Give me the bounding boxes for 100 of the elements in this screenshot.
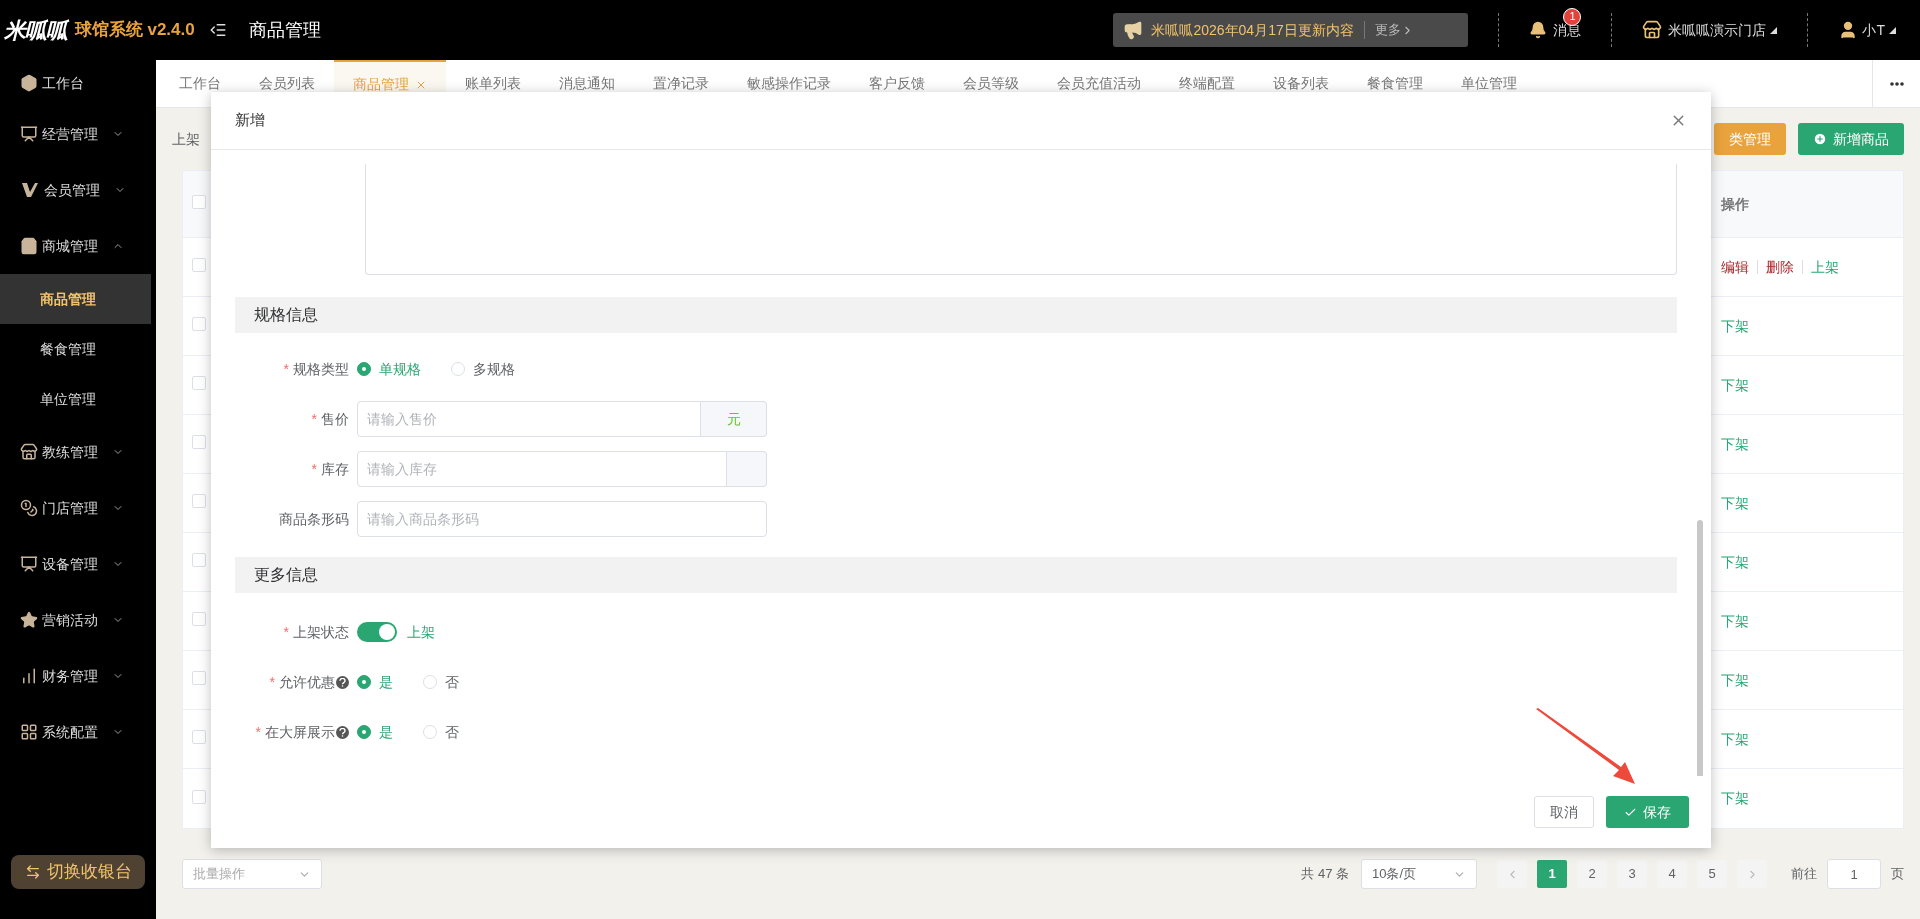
field-label: 库存 [321,459,349,479]
plus-icon [1813,132,1827,146]
store-icon [20,443,38,461]
notice-bar[interactable]: 米呱呱2026年04月17日更新内容 更多 [1113,13,1469,47]
goto-page-input[interactable]: 1 [1827,859,1881,889]
caret-icon [1770,26,1778,34]
radio-option[interactable]: 单规格 [357,358,421,380]
toggle-switch[interactable] [357,622,397,642]
page-title: 商品管理 [248,18,321,42]
shelf-link[interactable]: 下架 [1721,669,1749,691]
required-mark: * [311,459,317,479]
radio-option[interactable]: 是 [357,671,393,693]
shelf-link[interactable]: 下架 [1721,433,1749,455]
radio-option[interactable]: 否 [423,671,459,693]
sidebar-subitem[interactable]: 餐食管理 [0,324,151,374]
row-checkbox[interactable] [192,730,206,744]
notice-text: 米呱呱2026年04月17日更新内容 [1151,20,1354,40]
page-number[interactable]: 2 [1577,860,1607,888]
sidebar-item[interactable]: 教练管理 [0,424,156,480]
row-checkbox[interactable] [192,553,206,567]
radio-option[interactable]: 多规格 [451,358,515,380]
sidebar-item[interactable]: 门店管理 [0,480,156,536]
batch-placeholder: 批量操作 [193,865,245,884]
sidebar-item[interactable]: 营销活动 [0,592,156,648]
text-input[interactable]: 请输入售价 [357,401,701,437]
store-name[interactable]: 米呱呱演示门店 [1668,19,1767,41]
sidebar-item[interactable]: 工作台 [0,60,156,106]
total-count: 共 47 条 [1301,865,1349,884]
add-product-button[interactable]: 新增商品 [1798,123,1904,155]
row-checkbox[interactable] [192,376,206,390]
app-name: 球馆系统 v2.4.0 [74,19,195,42]
description-textarea[interactable] [365,164,1677,275]
page-number[interactable]: 5 [1697,860,1727,888]
store-icon[interactable] [1642,20,1663,40]
shelf-link[interactable]: 下架 [1721,610,1749,632]
sidebar-subitem[interactable]: 单位管理 [0,374,151,424]
field-label: 规格类型 [293,359,349,379]
row-checkbox[interactable] [192,612,206,626]
row-checkbox[interactable] [192,195,206,209]
sidebar-item[interactable]: 商城管理 [0,218,156,274]
row-checkbox[interactable] [192,435,206,449]
more-icon [1889,81,1904,86]
sidebar-item[interactable]: 经营管理 [0,106,156,162]
section-header: 规格信息 [235,297,1677,333]
required-mark: * [269,672,275,692]
page-size-select[interactable]: 10条/页 [1361,859,1477,889]
field-label: 售价 [321,409,349,429]
required-mark: * [283,622,289,642]
shelf-link[interactable]: 下架 [1721,315,1749,337]
save-button[interactable]: 保存 [1606,796,1689,828]
row-checkbox[interactable] [192,789,206,804]
row-checkbox[interactable] [192,258,206,272]
more-link[interactable]: 更多 [1374,20,1401,40]
column-header: 操作 [1720,194,1750,214]
megaphone-icon [1123,20,1144,40]
page-number[interactable]: 3 [1617,860,1647,888]
section-header: 更多信息 [235,557,1677,593]
page-suffix: 页 [1891,865,1904,884]
filter-label: 上架 [172,129,200,149]
edit-link[interactable]: 编辑 [1721,256,1749,278]
sidebar-item[interactable]: 财务管理 [0,648,156,704]
shelf-link[interactable]: 下架 [1721,728,1749,750]
shelf-link[interactable]: 下架 [1721,788,1749,809]
switch-cashier-button[interactable]: 切换收银台 [11,855,145,889]
radio-option[interactable]: 是 [357,721,393,743]
prev-page-button[interactable] [1497,860,1527,888]
shelf-link[interactable]: 下架 [1721,374,1749,396]
next-page-button[interactable] [1737,860,1767,888]
row-checkbox[interactable] [192,317,206,331]
sidebar-item[interactable]: 会员管理 [0,162,156,218]
shelf-link[interactable]: 下架 [1721,551,1749,573]
menu-icon[interactable] [208,21,227,39]
grid-icon [20,723,38,741]
sidebar-subitem[interactable]: 商品管理 [0,274,151,324]
required-mark: * [255,722,261,742]
swap-icon [24,864,41,880]
delete-link[interactable]: 删除 [1766,256,1794,278]
sidebar-item[interactable]: 设备管理 [0,536,156,592]
field-label: 在大屏展示 [265,722,335,742]
text-input[interactable]: 请输入库存 [357,451,727,487]
required-mark: * [311,409,317,429]
page-number[interactable]: 1 [1537,860,1567,888]
user-name[interactable]: 小T [1862,19,1885,41]
shelf-link[interactable]: 上架 [1811,256,1839,278]
cancel-button[interactable]: 取消 [1534,796,1594,828]
page-tab[interactable]: 工作台 [160,60,240,107]
bell-icon[interactable] [1529,21,1548,39]
shelf-link[interactable]: 下架 [1721,492,1749,514]
text-input[interactable]: 请输入商品条形码 [357,501,767,537]
row-checkbox[interactable] [192,494,206,508]
sidebar-item[interactable]: 系统配置 [0,704,156,760]
page-number[interactable]: 4 [1657,860,1687,888]
field-label: 上架状态 [293,622,349,642]
goto-label: 前往 [1791,865,1817,884]
star-icon [20,611,38,629]
radio-option[interactable]: 否 [423,721,459,743]
scrollbar[interactable] [1697,520,1703,776]
row-checkbox[interactable] [192,671,206,685]
bar-chart-icon [20,667,38,685]
v-letter-icon [20,180,40,200]
